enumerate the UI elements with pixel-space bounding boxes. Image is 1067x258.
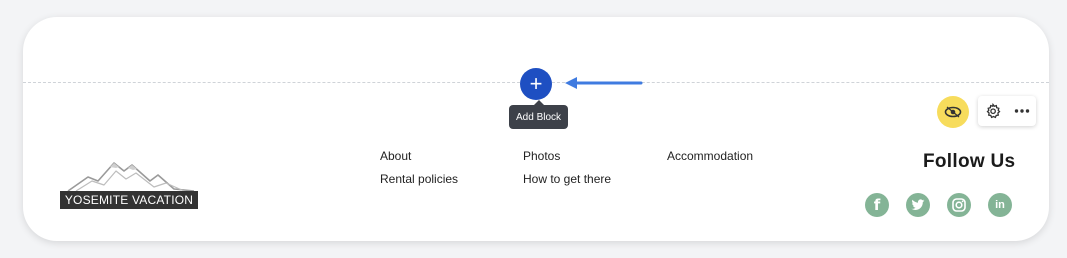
logo-text: YOSEMITE VACATION bbox=[60, 191, 198, 209]
facebook-icon: f bbox=[873, 196, 881, 214]
instagram-link[interactable] bbox=[947, 193, 971, 217]
footer-link-accommodation[interactable]: Accommodation bbox=[667, 149, 753, 163]
add-block-button[interactable]: + bbox=[520, 68, 552, 100]
mountain-logo-icon bbox=[67, 162, 195, 192]
follow-us-heading: Follow Us bbox=[923, 151, 1016, 172]
footer-section-card: + Add Block YOSEMITE VACATION About Rent… bbox=[23, 17, 1049, 241]
linkedin-link[interactable]: in bbox=[988, 193, 1012, 217]
eye-icon bbox=[944, 106, 962, 118]
site-logo[interactable]: YOSEMITE VACATION bbox=[60, 157, 200, 211]
block-tools bbox=[978, 96, 1036, 126]
twitter-icon bbox=[911, 199, 925, 210]
more-options-button[interactable] bbox=[1009, 98, 1035, 124]
visibility-toggle-button[interactable] bbox=[937, 96, 969, 128]
footer-link-photos[interactable]: Photos bbox=[523, 149, 560, 163]
tooltip-label: Add Block bbox=[516, 111, 562, 123]
footer-link-about[interactable]: About bbox=[380, 149, 411, 163]
gear-icon bbox=[986, 103, 1000, 119]
linkedin-icon: in bbox=[995, 199, 1005, 211]
twitter-link[interactable] bbox=[906, 193, 930, 217]
facebook-link[interactable]: f bbox=[865, 193, 889, 217]
add-block-tooltip: Add Block bbox=[509, 100, 569, 129]
more-horizontal-icon bbox=[1014, 109, 1029, 113]
pointer-arrow-icon bbox=[565, 77, 643, 89]
settings-button[interactable] bbox=[980, 98, 1006, 124]
plus-icon: + bbox=[529, 71, 543, 96]
footer-link-rental-policies[interactable]: Rental policies bbox=[380, 172, 458, 186]
footer-link-how-to-get-there[interactable]: How to get there bbox=[523, 172, 611, 186]
instagram-icon bbox=[952, 198, 966, 212]
